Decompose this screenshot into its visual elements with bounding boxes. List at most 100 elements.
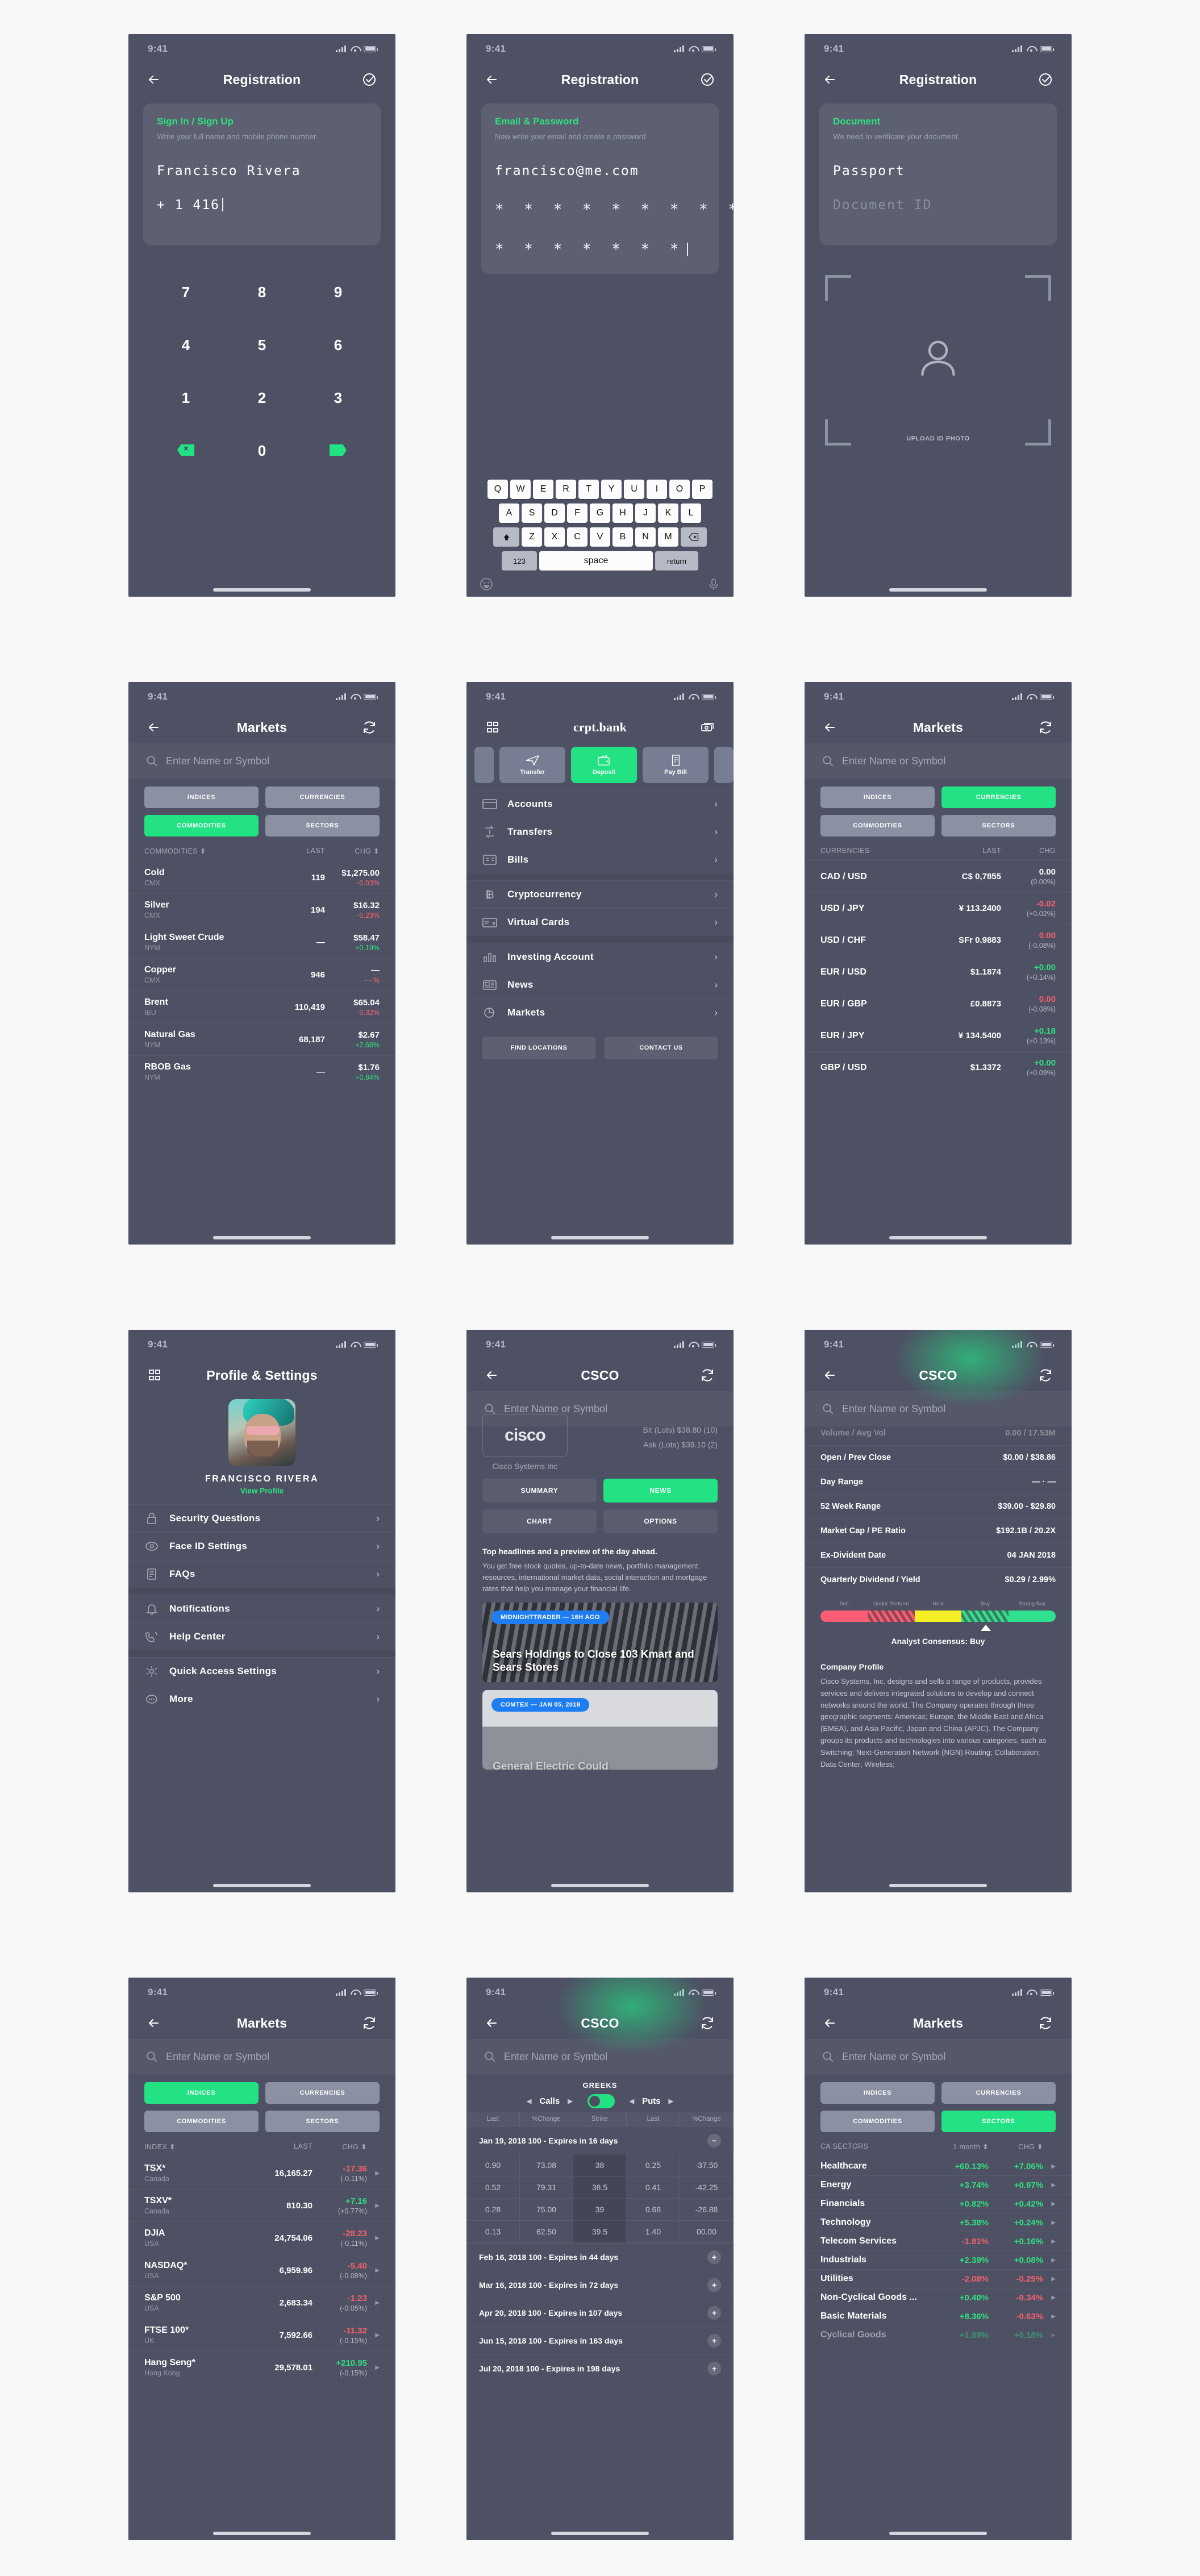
table-row[interactable]: EUR / USD $1.1874 +0.00 (+0.14%)	[805, 956, 1072, 988]
expiry-row[interactable]: Jun 15, 2018 100 - Expires in 163 days +	[466, 2327, 734, 2354]
key-r[interactable]: R	[556, 480, 576, 499]
segment-indices[interactable]: INDICES	[820, 2082, 935, 2104]
menu-item-accounts[interactable]: Accounts ›	[466, 790, 734, 818]
confirm-check-icon[interactable]	[697, 69, 718, 90]
keypad-key-1[interactable]: 1	[148, 372, 224, 425]
quick-action-transfer[interactable]: Transfer	[499, 747, 565, 783]
search-input[interactable]: Enter Name or Symbol	[842, 2051, 945, 2063]
chevron-right-icon[interactable]: ▶	[568, 2098, 572, 2105]
key-t[interactable]: T	[578, 480, 599, 499]
refresh-icon[interactable]	[1035, 717, 1056, 738]
back-icon[interactable]	[820, 2013, 841, 2033]
key-p[interactable]: P	[692, 480, 713, 499]
key-f[interactable]: F	[567, 503, 588, 523]
expand-icon[interactable]: +	[707, 2306, 721, 2320]
search-input[interactable]: Enter Name or Symbol	[504, 1403, 607, 1415]
table-row[interactable]: Cyclical Goods +1.89% +0.18% ▶	[805, 2325, 1072, 2344]
expand-icon[interactable]: +	[707, 2334, 721, 2348]
settings-item-notifications[interactable]: Notifications ›	[128, 1595, 395, 1622]
segment-commodities[interactable]: COMMODITIES	[820, 815, 935, 837]
segment-currencies[interactable]: CURRENCIES	[941, 2082, 1056, 2104]
news-card[interactable]: COMTEX — JAN 05, 2018 General Electric C…	[482, 1690, 718, 1770]
row-expand-icon[interactable]: ▶	[1043, 2295, 1056, 2301]
back-icon[interactable]	[820, 69, 841, 90]
menu-item-markets[interactable]: Markets ›	[466, 998, 734, 1026]
menu-item-investing-account[interactable]: Investing Account ›	[466, 943, 734, 971]
row-expand-icon[interactable]: ▶	[367, 2267, 380, 2274]
key-s[interactable]: S	[522, 503, 542, 523]
table-row[interactable]: Financials +0.82% +0.42% ▶	[805, 2194, 1072, 2213]
document-id-input[interactable]: Document ID	[833, 198, 1043, 213]
menu-item-cryptocurrency[interactable]: Cryptocurrency ›	[466, 880, 734, 908]
table-row[interactable]: S&P 500 USA 2,683.34 -1.23 (-0.05%) ▶	[128, 2286, 395, 2319]
expand-icon[interactable]: +	[707, 2278, 721, 2292]
view-profile-link[interactable]: View Profile	[128, 1487, 395, 1495]
search-bar[interactable]: Enter Name or Symbol	[805, 743, 1072, 779]
quick-action-next[interactable]	[714, 747, 734, 783]
table-row[interactable]: USD / CHF SFr 0.9883 0.00 (-0.08%)	[805, 924, 1072, 956]
space-key[interactable]: space	[539, 551, 653, 571]
key-o[interactable]: O	[669, 480, 690, 499]
key-n[interactable]: N	[635, 527, 656, 547]
table-row[interactable]: NASDAQ* USA 6,959.96 -5.40 (-0.08%) ▶	[128, 2254, 395, 2286]
puts-selector[interactable]: ◀ Puts ▶	[630, 2096, 673, 2106]
settings-item-help-center[interactable]: Help Center ›	[128, 1622, 395, 1650]
key-m[interactable]: M	[658, 527, 678, 547]
row-expand-icon[interactable]: ▶	[367, 2300, 380, 2306]
expiry-row[interactable]: Mar 16, 2018 100 - Expires in 72 days +	[466, 2271, 734, 2299]
menu-item-virtual-cards[interactable]: Virtual Cards ›	[466, 908, 734, 936]
cash-icon[interactable]	[697, 717, 718, 738]
table-row[interactable]: Non-Cyclical Goods ... +0.40% -0.34% ▶	[805, 2288, 1072, 2307]
key-q[interactable]: Q	[488, 480, 508, 499]
keypad-submit-button[interactable]	[300, 425, 376, 477]
table-row[interactable]: EUR / JPY ¥ 134.5400 +0.18 (+0.13%)	[805, 1019, 1072, 1051]
id-scan-frame[interactable]: UPLOAD ID PHOTO	[825, 275, 1051, 446]
segment-indices[interactable]: INDICES	[820, 786, 935, 808]
row-expand-icon[interactable]: ▶	[367, 2170, 380, 2177]
refresh-icon[interactable]	[1035, 2013, 1056, 2033]
search-bar[interactable]: Enter Name or Symbol	[466, 2039, 734, 2074]
expiry-row[interactable]: Feb 16, 2018 100 - Expires in 44 days +	[466, 2243, 734, 2271]
keypad-key-2[interactable]: 2	[224, 372, 300, 425]
search-input[interactable]: Enter Name or Symbol	[166, 755, 269, 767]
table-row[interactable]: Brent IEU 110,419 $65.04 -0.32%	[128, 991, 395, 1023]
chevron-left-icon[interactable]: ◀	[630, 2098, 634, 2105]
col-name[interactable]: COMMODITIES ⬍	[144, 847, 273, 855]
key-g[interactable]: G	[590, 503, 610, 523]
contact-us-button[interactable]: CONTACT US	[605, 1037, 718, 1059]
col-chg[interactable]: CHG ⬍	[325, 847, 380, 855]
numbers-key[interactable]: 123	[502, 551, 537, 571]
key-v[interactable]: V	[590, 527, 610, 547]
table-row[interactable]: Energy +3.74% +0.97% ▶	[805, 2175, 1072, 2194]
options-row[interactable]: 0.52 79.31 38.5 0.41 -42.25	[466, 2177, 734, 2199]
search-bar[interactable]: Enter Name or Symbol	[128, 743, 395, 779]
settings-item-security-questions[interactable]: Security Questions ›	[128, 1504, 395, 1532]
refresh-icon[interactable]	[697, 1365, 718, 1385]
tab-summary[interactable]: SUMMARY	[482, 1479, 597, 1503]
chevron-right-icon[interactable]: ▶	[669, 2098, 673, 2105]
key-z[interactable]: Z	[522, 527, 542, 547]
collapse-icon[interactable]: −	[707, 2134, 721, 2148]
col-month[interactable]: 1 month ⬍	[936, 2142, 989, 2151]
search-input[interactable]: Enter Name or Symbol	[842, 1403, 945, 1415]
document-type-input[interactable]: Passport	[833, 164, 1043, 178]
row-expand-icon[interactable]: ▶	[1043, 2220, 1056, 2226]
segment-commodities[interactable]: COMMODITIES	[144, 815, 259, 837]
key-k[interactable]: K	[658, 503, 678, 523]
table-row[interactable]: EUR / GBP £0.8873 0.00 (-0.08%)	[805, 988, 1072, 1019]
table-row[interactable]: GBP / USD $1.3372 +0.00 (+0.09%)	[805, 1051, 1072, 1083]
keypad-key-4[interactable]: 4	[148, 319, 224, 372]
segment-currencies[interactable]: CURRENCIES	[265, 786, 380, 808]
key-a[interactable]: A	[499, 503, 519, 523]
key-c[interactable]: C	[567, 527, 588, 547]
tab-options[interactable]: OPTIONS	[603, 1509, 718, 1533]
keypad-key-3[interactable]: 3	[300, 372, 376, 425]
refresh-icon[interactable]	[359, 2013, 380, 2033]
key-i[interactable]: I	[647, 480, 667, 499]
quick-action-deposit[interactable]: Deposit	[571, 747, 637, 783]
backspace-key-icon[interactable]	[681, 527, 707, 547]
table-row[interactable]: USD / JPY ¥ 113.2400 -0.02 (+0.02%)	[805, 892, 1072, 924]
table-row[interactable]: Copper CMX 946 — - - %	[128, 958, 395, 991]
back-icon[interactable]	[144, 2013, 165, 2033]
expand-icon[interactable]: +	[707, 2362, 721, 2375]
